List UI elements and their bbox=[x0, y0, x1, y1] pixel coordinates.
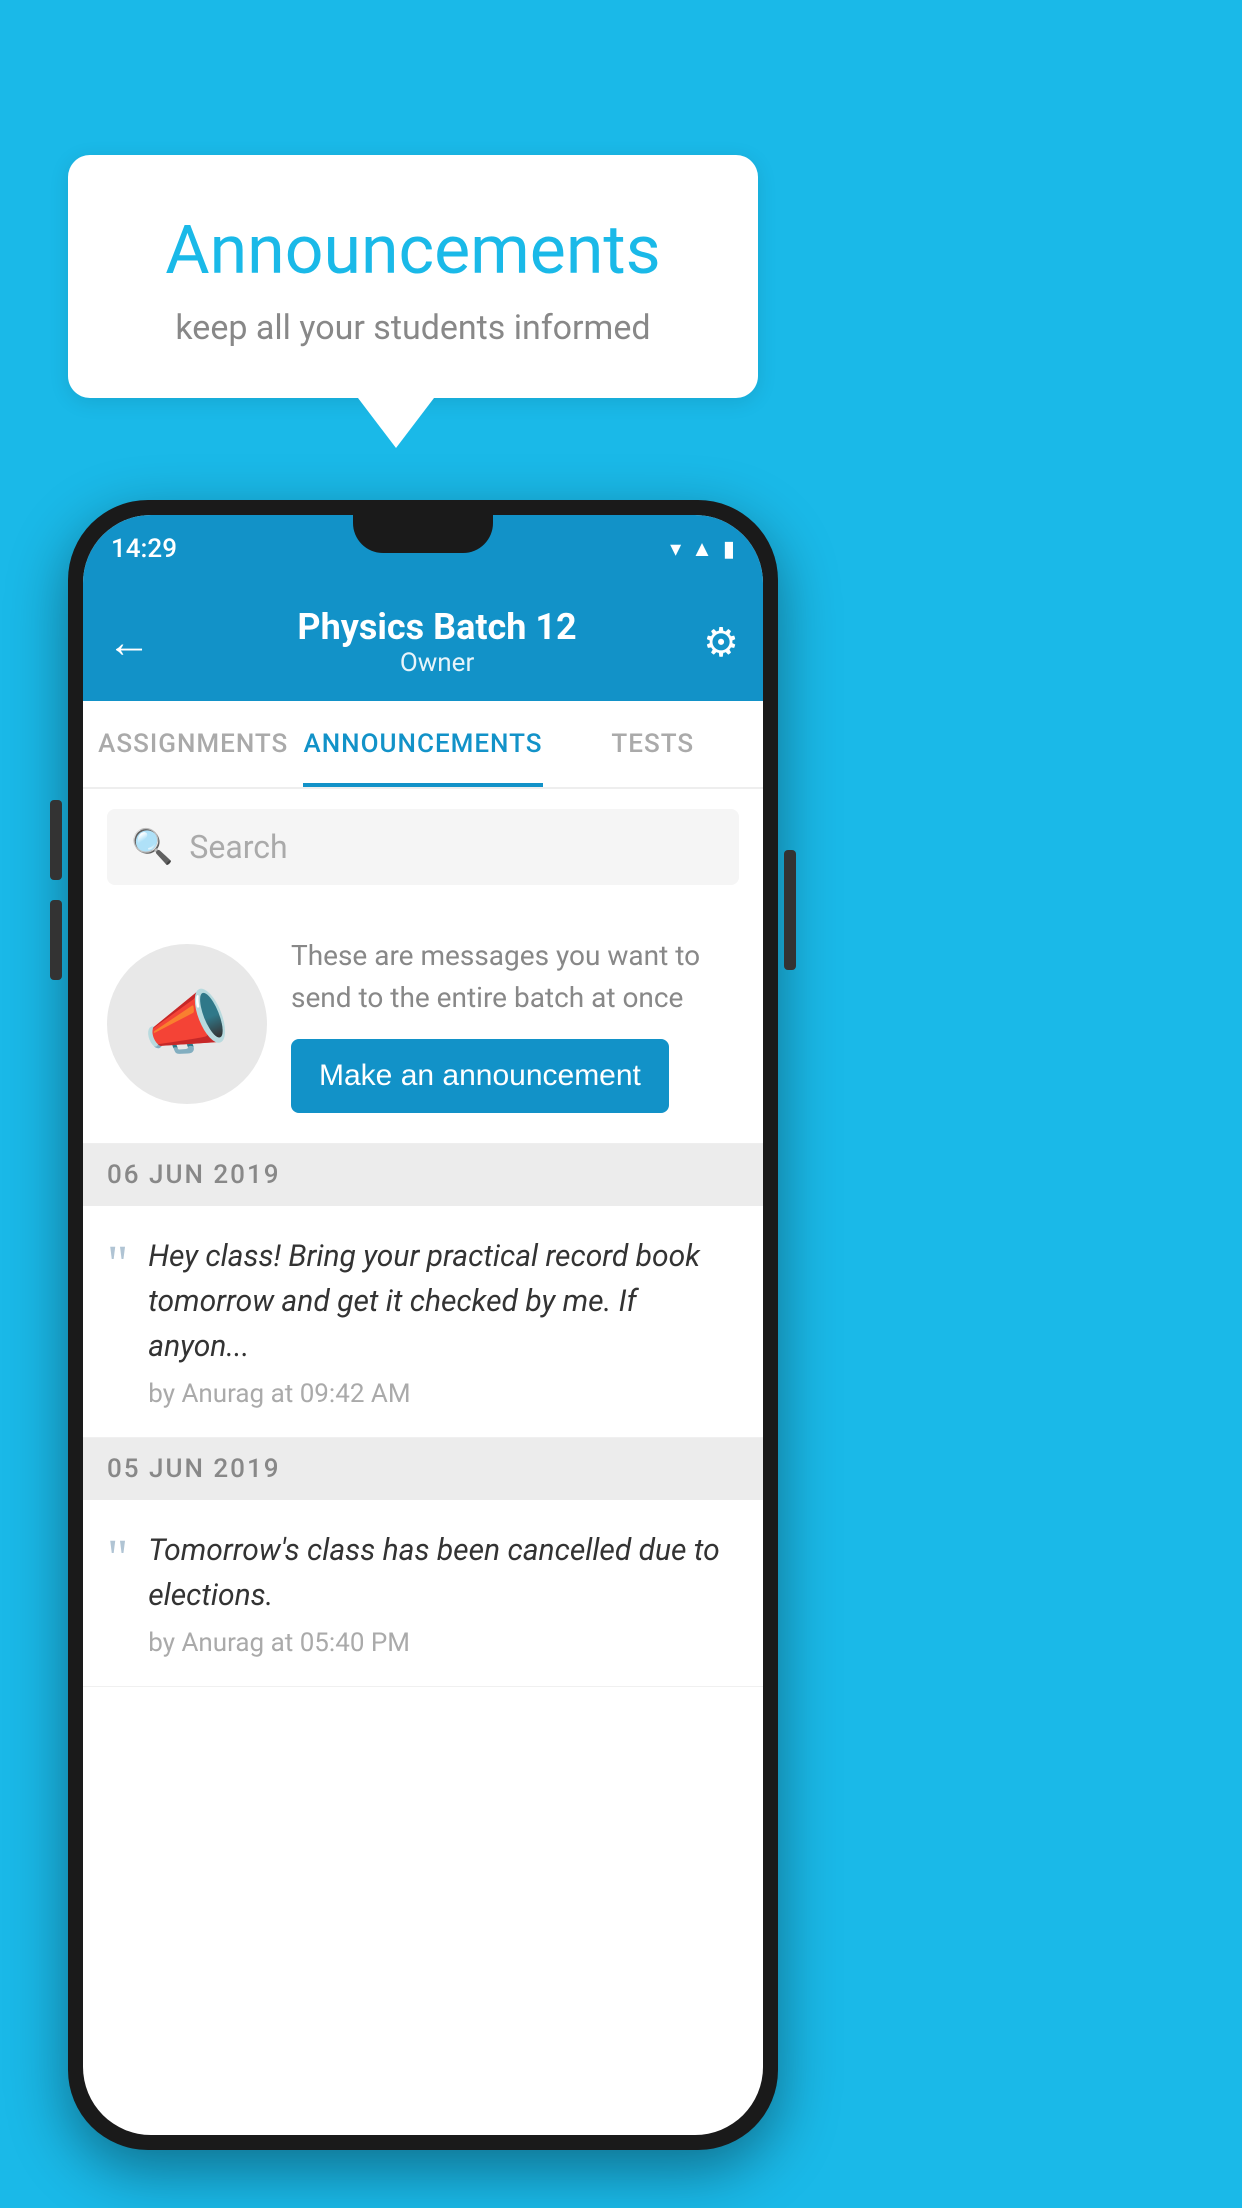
tab-tests[interactable]: TESTS bbox=[543, 701, 763, 787]
speech-bubble-tail bbox=[358, 398, 434, 448]
quote-icon-1: " bbox=[107, 1239, 128, 1291]
announcement-content-1: Hey class! Bring your practical record b… bbox=[148, 1234, 739, 1409]
back-button[interactable]: ← bbox=[107, 616, 151, 668]
app-bar: ← Physics Batch 12 Owner ⚙ bbox=[83, 583, 763, 701]
quote-icon-2: " bbox=[107, 1533, 128, 1585]
search-bar[interactable]: 🔍 Search bbox=[107, 809, 739, 885]
search-container: 🔍 Search bbox=[83, 789, 763, 905]
signal-icon: ▲ bbox=[691, 536, 713, 562]
wifi-icon: ▾ bbox=[670, 537, 681, 562]
make-announcement-button[interactable]: Make an announcement bbox=[291, 1039, 669, 1113]
announcement-item-2: " Tomorrow's class has been cancelled du… bbox=[83, 1500, 763, 1687]
announcement-item-1: " Hey class! Bring your practical record… bbox=[83, 1206, 763, 1438]
promo-description: These are messages you want to send to t… bbox=[291, 935, 739, 1019]
announcement-text-2: Tomorrow's class has been cancelled due … bbox=[148, 1528, 739, 1618]
announcement-content-2: Tomorrow's class has been cancelled due … bbox=[148, 1528, 739, 1658]
speech-bubble-subtitle: keep all your students informed bbox=[118, 308, 708, 348]
status-time: 14:29 bbox=[111, 534, 177, 564]
speech-bubble-title: Announcements bbox=[118, 210, 708, 290]
search-icon: 🔍 bbox=[131, 827, 173, 867]
announcement-text-1: Hey class! Bring your practical record b… bbox=[148, 1234, 739, 1369]
app-bar-title-container: Physics Batch 12 Owner bbox=[171, 606, 703, 678]
phone-notch bbox=[353, 515, 493, 553]
date-divider-1: 06 JUN 2019 bbox=[83, 1144, 763, 1206]
speech-bubble-container: Announcements keep all your students inf… bbox=[68, 155, 758, 448]
date-divider-2: 05 JUN 2019 bbox=[83, 1438, 763, 1500]
battery-icon: ▮ bbox=[723, 537, 735, 562]
volume-down-button[interactable] bbox=[50, 900, 62, 980]
speech-bubble: Announcements keep all your students inf… bbox=[68, 155, 758, 398]
app-bar-subtitle: Owner bbox=[171, 648, 703, 678]
announcement-promo: 📣 These are messages you want to send to… bbox=[83, 905, 763, 1144]
phone-outer: 14:29 ▾ ▲ ▮ ← Physics Batch 12 Owner ⚙ bbox=[68, 500, 778, 2150]
promo-icon-circle: 📣 bbox=[107, 944, 267, 1104]
announcement-meta-1: by Anurag at 09:42 AM bbox=[148, 1379, 739, 1409]
app-bar-title: Physics Batch 12 bbox=[171, 606, 703, 648]
promo-right: These are messages you want to send to t… bbox=[291, 935, 739, 1113]
announcement-meta-2: by Anurag at 05:40 PM bbox=[148, 1628, 739, 1658]
megaphone-icon: 📣 bbox=[143, 983, 230, 1065]
search-placeholder: Search bbox=[189, 828, 287, 866]
tab-assignments[interactable]: ASSIGNMENTS bbox=[83, 701, 303, 787]
status-icons: ▾ ▲ ▮ bbox=[670, 536, 735, 562]
tabs-container: ASSIGNMENTS ANNOUNCEMENTS TESTS bbox=[83, 701, 763, 789]
tab-announcements[interactable]: ANNOUNCEMENTS bbox=[303, 701, 542, 787]
phone-container: 14:29 ▾ ▲ ▮ ← Physics Batch 12 Owner ⚙ bbox=[68, 500, 778, 2150]
phone-screen: 14:29 ▾ ▲ ▮ ← Physics Batch 12 Owner ⚙ bbox=[83, 515, 763, 2135]
volume-up-button[interactable] bbox=[50, 800, 62, 880]
settings-icon[interactable]: ⚙ bbox=[703, 619, 739, 666]
power-button[interactable] bbox=[784, 850, 796, 970]
